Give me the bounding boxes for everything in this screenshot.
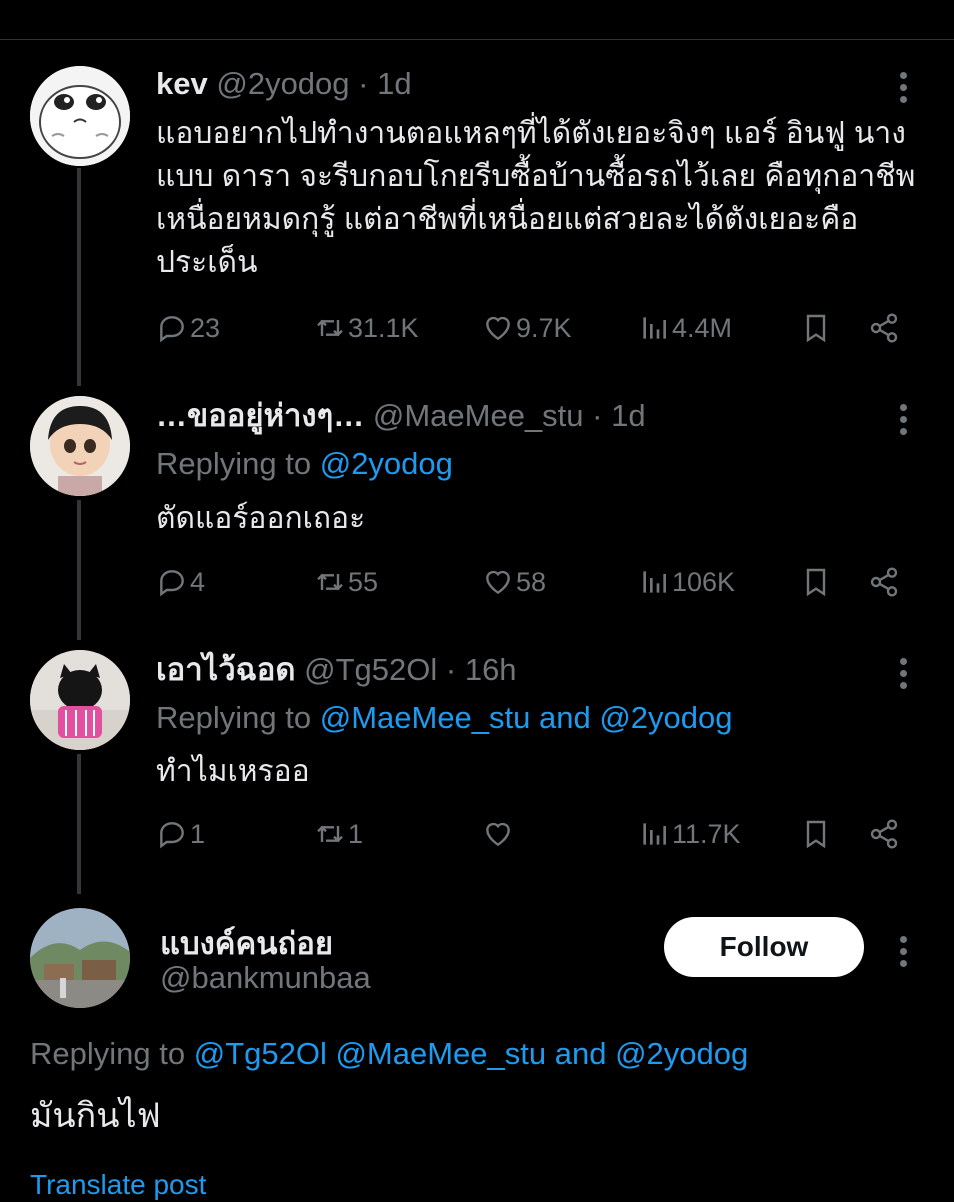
display-name[interactable]: kev [156, 66, 208, 101]
action-bar: 4 55 58 106K [156, 562, 906, 602]
share-button[interactable] [868, 814, 900, 854]
share-icon [870, 567, 898, 597]
handle[interactable]: @2yodog [216, 66, 349, 101]
reply-icon [160, 316, 184, 343]
replying-prefix: Replying to [30, 1036, 186, 1071]
like-button[interactable] [482, 814, 516, 854]
follow-button[interactable]: Follow [664, 917, 864, 977]
thread-line [77, 754, 81, 894]
views-icon [643, 571, 666, 593]
bookmark-button[interactable] [800, 814, 832, 854]
tweet-tg52ol[interactable]: เอาไว้ฉอด @Tg52Ol · 16h Replying to @Mae… [156, 650, 954, 860]
views-button[interactable]: 106K [638, 562, 735, 602]
reply-button[interactable]: 4 [156, 562, 205, 602]
reply-button[interactable]: 23 [156, 308, 220, 348]
tweet-text: มันกินไฟ [30, 1097, 161, 1135]
share-icon [870, 819, 898, 849]
share-icon [870, 313, 898, 343]
tweet-text: ทำไมเหรออ [156, 755, 310, 788]
views-count: 106K [672, 566, 736, 597]
like-count: 9.7K [516, 312, 572, 343]
bookmark-button[interactable] [800, 308, 832, 348]
tweet-header: เอาไว้ฉอด @Tg52Ol · 16h [156, 650, 517, 690]
replying-to: Replying to @2yodog [156, 444, 453, 484]
repost-button[interactable]: 31.1K [314, 308, 419, 348]
replying-to-link[interactable]: @MaeMee_stu and @2yodog [320, 700, 733, 735]
bookmark-icon [806, 820, 826, 849]
views-icon [643, 317, 666, 339]
views-button[interactable]: 4.4M [638, 308, 732, 348]
tweet-header: kev @2yodog · 1d [156, 64, 412, 104]
replying-to-link[interactable]: @Tg52Ol @MaeMee_stu and @2yodog [194, 1036, 749, 1071]
reply-count: 1 [190, 818, 206, 849]
tweet-text: ตัดแอร์ออกเถอะ [156, 502, 366, 535]
tweet-kev[interactable]: kev @2yodog · 1d แอบอยากไปทำงานตอแหลๆที่… [156, 64, 954, 364]
tweet-maemee[interactable]: …ขออยู่ห่างๆ… @MaeMee_stu · 1d Replying … [156, 396, 954, 606]
heart-icon [486, 316, 510, 341]
timestamp[interactable]: · 1d [592, 398, 645, 433]
more-icon[interactable] [900, 658, 908, 694]
handle[interactable]: @Tg52Ol [304, 652, 437, 687]
display-name[interactable]: แบงค์คนถ่อย [160, 926, 333, 962]
timestamp[interactable]: · 1d [358, 66, 411, 101]
display-name[interactable]: …ขออยู่ห่างๆ… [156, 398, 364, 433]
share-button[interactable] [868, 308, 900, 348]
more-icon[interactable] [900, 936, 908, 972]
repost-icon [317, 825, 343, 843]
replying-prefix: Replying to [156, 446, 312, 481]
top-divider [0, 39, 954, 40]
bookmark-button[interactable] [800, 562, 832, 602]
tweet-header: …ขออยู่ห่างๆ… @MaeMee_stu · 1d [156, 396, 646, 436]
translate-link[interactable]: Translate post [30, 1168, 206, 1202]
repost-icon [317, 319, 343, 337]
tweet-text: แอบอยากไปทำงานตอแหลๆที่ได้ตังเยอะจิงๆ แอ… [156, 117, 916, 279]
reply-count: 23 [190, 312, 221, 343]
reply-button[interactable]: 1 [156, 814, 205, 854]
display-name[interactable]: เอาไว้ฉอด [156, 652, 296, 687]
action-bar: 1 1 11.7K [156, 814, 906, 854]
reply-icon [160, 570, 184, 597]
bookmark-icon [806, 568, 826, 597]
replying-to: Replying to @MaeMee_stu and @2yodog [156, 698, 733, 738]
share-button[interactable] [868, 562, 900, 602]
thread-line [77, 500, 81, 640]
more-icon[interactable] [900, 72, 908, 108]
more-icon[interactable] [900, 404, 908, 440]
reply-count: 4 [190, 566, 206, 597]
avatar[interactable] [30, 66, 130, 166]
handle[interactable]: @MaeMee_stu [373, 398, 584, 433]
repost-icon [317, 573, 343, 591]
avatar[interactable] [30, 650, 130, 750]
like-button[interactable]: 9.7K [482, 308, 572, 348]
views-count: 4.4M [672, 312, 733, 343]
heart-icon [486, 570, 510, 595]
views-icon [643, 823, 666, 845]
handle[interactable]: @bankmunbaa [160, 960, 371, 996]
avatar[interactable] [30, 396, 130, 496]
repost-button[interactable]: 55 [314, 562, 378, 602]
bookmark-icon [806, 314, 826, 343]
timestamp[interactable]: · 16h [446, 652, 517, 687]
repost-count: 31.1K [348, 312, 419, 343]
thread-line [77, 168, 81, 386]
like-button[interactable]: 58 [482, 562, 546, 602]
replying-prefix: Replying to [156, 700, 312, 735]
views-button[interactable]: 11.7K [638, 814, 741, 854]
repost-count: 55 [348, 566, 379, 597]
reply-icon [160, 822, 184, 849]
action-bar: 23 31.1K 9.7K 4.4M [156, 308, 906, 348]
repost-count: 1 [348, 818, 364, 849]
replying-to-link[interactable]: @2yodog [320, 446, 453, 481]
heart-icon [486, 822, 510, 847]
like-count: 58 [516, 566, 547, 597]
views-count: 11.7K [672, 818, 741, 849]
replying-to: Replying to @Tg52Ol @MaeMee_stu and @2yo… [30, 1034, 748, 1074]
repost-button[interactable]: 1 [314, 814, 363, 854]
